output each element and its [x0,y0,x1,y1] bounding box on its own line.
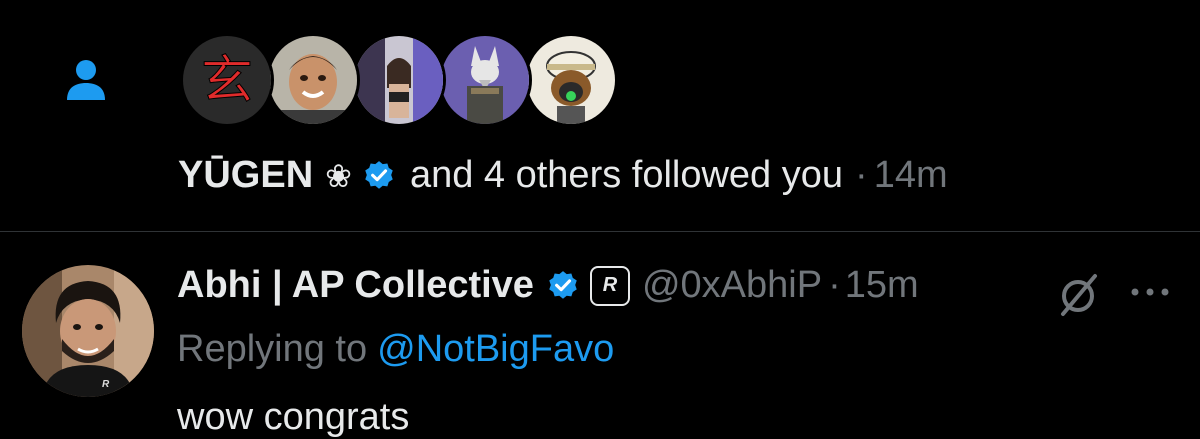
affiliate-badge[interactable]: R [589,265,630,306]
tweet-time[interactable]: 15m [845,264,919,307]
person-icon [67,60,105,100]
svg-text:R: R [102,379,110,390]
verified-badge-icon [549,270,577,299]
notification-time: 14m [873,154,948,196]
reply-tweet[interactable]: R Abhi | AP Collective R @0xAbhiP · 15m … [0,232,1200,438]
selfie-avatar[interactable] [352,33,446,127]
follower-name[interactable]: YŪGEN [178,154,313,197]
replying-prefix: Replying to [177,328,368,370]
flower-icon: ❀ [325,157,352,194]
svg-text:玄: 玄 [201,51,253,111]
tweet-header: Abhi | AP Collective R @0xAbhiP · 15m [177,264,919,307]
monkey-gasmask-avatar[interactable] [524,33,618,127]
tweet-text: wow congrats [177,396,410,438]
followed-you-text: and 4 others followed you [409,154,844,196]
more-options-icon[interactable] [1127,284,1173,300]
verified-badge-icon [365,160,393,189]
author-avatar[interactable]: R [22,265,154,397]
follow-text: YŪGEN ❀ and 4 others followed you · 14m [178,154,948,197]
author-name[interactable]: Abhi | AP Collective [177,264,534,307]
mention-link[interactable]: @NotBigFavo [377,328,614,370]
separator-dot: · [828,264,841,306]
author-handle[interactable]: @0xAbhiP [642,264,822,307]
wolf-samurai-avatar[interactable] [438,33,532,127]
replying-to: Replying to @NotBigFavo [177,328,614,371]
boy-photo-avatar[interactable] [266,33,360,127]
follow-notification[interactable]: 玄 YŪGEN ❀ and 4 others followed you · 14… [0,0,1200,231]
kanji-avatar[interactable]: 玄 [180,33,274,127]
separator-dot: · [855,154,868,196]
grok-icon[interactable] [1055,272,1101,318]
